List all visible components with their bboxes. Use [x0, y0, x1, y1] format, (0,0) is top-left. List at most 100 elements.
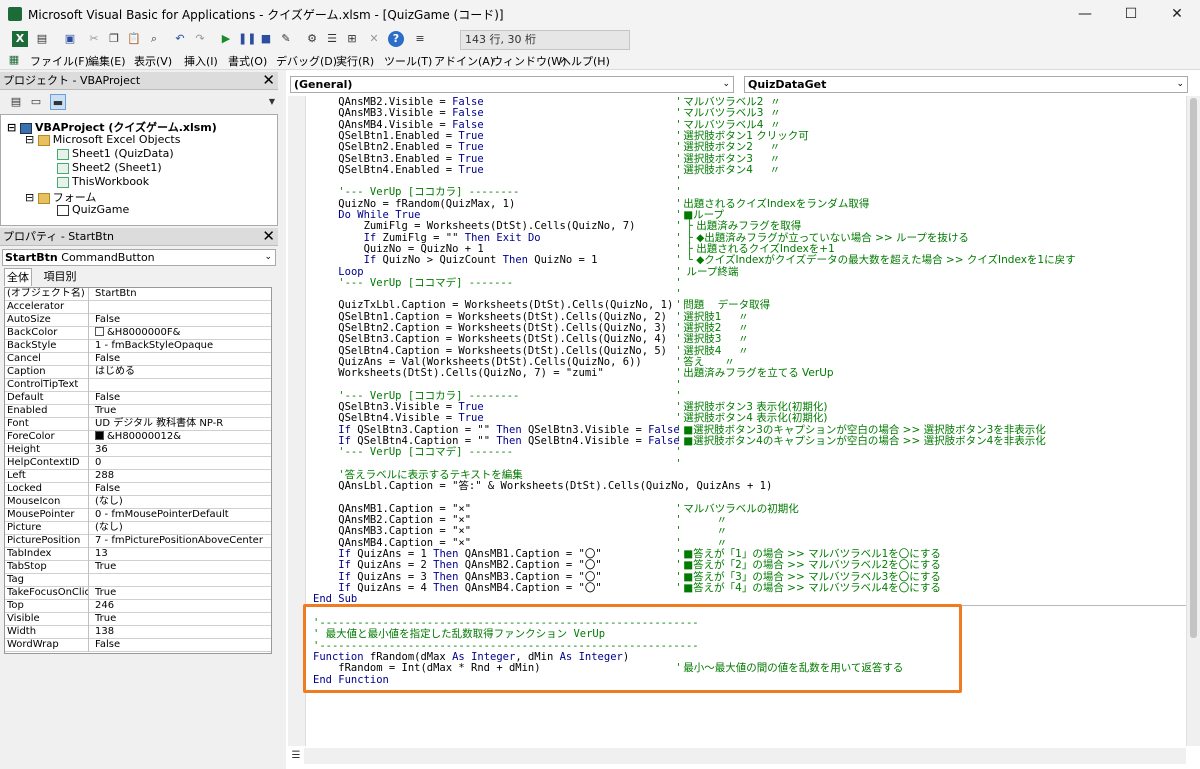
code-comment[interactable]: ' 出題済みフラグを立てる VerUp [677, 367, 834, 379]
code-line[interactable]: '--- VerUp [ココカラ] -------- [313, 390, 519, 402]
code-line[interactable]: If ZumiFlg = "" Then Exit Do [313, 232, 541, 244]
property-value-cell[interactable]: False [95, 483, 120, 495]
scroll-down-icon[interactable]: ▼ [264, 94, 280, 110]
tab-alphabetic[interactable]: 全体 [4, 268, 32, 286]
code-line[interactable]: '--- VerUp [ココカラ] -------- [313, 186, 519, 198]
code-comment[interactable]: ' 〃 [677, 525, 727, 537]
property-row[interactable]: ForeColor &H80000012& [5, 431, 271, 444]
code-line[interactable]: QSelBtn4.Caption = Worksheets(DtSt).Cell… [313, 345, 667, 357]
copy-icon[interactable]: ❐ [106, 31, 122, 47]
save-icon[interactable]: ▣ [62, 31, 78, 47]
property-value-cell[interactable]: True [95, 405, 116, 417]
close-properties-button[interactable]: ✕ [262, 228, 275, 245]
toolbox-icon[interactable]: ✕ [366, 31, 382, 47]
code-line[interactable]: Loop [313, 266, 363, 278]
tab-categorized[interactable]: 項目別 [38, 268, 82, 286]
property-row[interactable]: Caption はじめる [5, 366, 271, 379]
property-row[interactable]: AutoSize False [5, 314, 271, 327]
procedure-combo[interactable]: QuizDataGet ⌄ [744, 76, 1188, 93]
code-comment[interactable]: ' 選択肢ボタン4 〃 [677, 164, 780, 176]
property-value-cell[interactable]: 138 [95, 626, 114, 638]
code-line[interactable]: If QuizAns = 2 Then QAnsMB2.Caption = "〇… [313, 559, 601, 571]
property-row[interactable]: Enabled True [5, 405, 271, 418]
code-comment[interactable]: ' 選択肢ボタン4 表示化(初期化) [677, 412, 827, 424]
paste-icon[interactable]: 📋 [126, 31, 142, 47]
menu-edit[interactable]: 編集(E) [88, 53, 126, 69]
help-icon[interactable]: ? [388, 31, 404, 47]
property-value-cell[interactable]: &H80000012& [95, 431, 181, 443]
property-row[interactable]: Height 36 [5, 444, 271, 457]
code-line[interactable]: QAnsMB3.Visible = False [313, 107, 483, 119]
tree-node-sheet2[interactable]: Sheet2 (Sheet1) [57, 161, 162, 174]
menu-view[interactable]: 表示(V) [134, 53, 172, 69]
property-row[interactable]: BackStyle 1 - fmBackStyleOpaque [5, 340, 271, 353]
redo-icon[interactable]: ↷ [192, 31, 208, 47]
property-value-cell[interactable]: True [95, 587, 116, 599]
property-row[interactable]: Width 138 [5, 626, 271, 639]
code-line[interactable]: '--- VerUp [ココマデ] ------- [313, 277, 513, 289]
property-row[interactable]: Accelerator [5, 301, 271, 314]
property-row[interactable]: Tag [5, 574, 271, 587]
code-comment[interactable]: ' 選択肢3 〃 [677, 333, 749, 345]
tree-node-excel-objects[interactable]: ⊟ Microsoft Excel Objects [25, 133, 180, 146]
code-line[interactable]: QSelBtn3.Caption = Worksheets(DtSt).Cell… [313, 333, 667, 345]
property-value-cell[interactable]: 13 [95, 548, 108, 560]
undo-icon[interactable]: ↶ [172, 31, 188, 47]
property-value-cell[interactable]: (なし) [95, 522, 123, 534]
property-value-cell[interactable]: False [95, 353, 120, 365]
properties-icon[interactable]: ☰ [324, 31, 340, 47]
code-line[interactable]: QAnsMB4.Visible = False [313, 119, 483, 131]
project-explorer-icon[interactable]: ⚙ [304, 31, 320, 47]
code-line[interactable]: QuizNo = QuizNo + 1 [313, 243, 484, 255]
property-row[interactable]: WordWrap False [5, 639, 271, 652]
procedure-view-icon[interactable]: ☰ [288, 748, 304, 764]
object-browser-icon[interactable]: ⊞ [344, 31, 360, 47]
code-line[interactable]: If QuizAns = 4 Then QAnsMB4.Caption = "〇… [313, 582, 601, 594]
property-value-cell[interactable]: (なし) [95, 496, 123, 508]
code-comment[interactable]: ' 選択肢1 〃 [677, 311, 749, 323]
menu-window[interactable]: ウィンドウ(W) [492, 53, 566, 69]
code-line[interactable]: Worksheets(DtSt).Cells(QuizNo, 7) = "zum… [313, 367, 604, 379]
insert-module-icon[interactable]: ▤ [34, 31, 50, 47]
menu-help[interactable]: ヘルプ(H) [560, 53, 610, 69]
excel-icon[interactable]: X [12, 31, 28, 47]
property-row[interactable]: ControlTipText [5, 379, 271, 392]
menu-file[interactable]: ファイル(F) [30, 53, 89, 69]
property-row[interactable]: Visible True [5, 613, 271, 626]
code-line[interactable]: QSelBtn3.Enabled = True [313, 153, 483, 165]
object-combo[interactable]: (General) ⌄ [290, 76, 734, 93]
code-line[interactable]: If QuizAns = 1 Then QAnsMB1.Caption = "〇… [313, 548, 601, 560]
code-comment[interactable]: ' マルバツラベル3 〃 [677, 107, 781, 119]
property-row[interactable]: Font UD デジタル 教科書体 NP-R [5, 418, 271, 431]
property-value-cell[interactable]: 0 [95, 457, 101, 469]
code-comment[interactable]: ' ├ ◆出題済みフラグが立っていない場合 >> ループを抜ける [677, 232, 969, 244]
code-comment[interactable]: ' ■答えが「3」の場合 >> マルバツラベル3を〇にする [677, 571, 941, 583]
property-row[interactable]: PicturePosition 7 - fmPicturePositionAbov… [5, 535, 271, 548]
code-comment[interactable]: ' ├ 出題済みフラグを取得 [677, 220, 801, 232]
property-row[interactable]: Picture (なし) [5, 522, 271, 535]
code-line[interactable]: QAnsMB4.Caption = "×" [313, 537, 471, 549]
code-comment[interactable]: ' ■選択肢ボタン4のキャプションが空白の場合 >> 選択肢ボタン4を非表示化 [677, 435, 1046, 447]
code-line[interactable]: QuizNo = fRandom(QuizMax, 1) [313, 198, 515, 210]
menu-debug[interactable]: デバッグ(D) [276, 53, 337, 69]
property-row[interactable]: Locked False [5, 483, 271, 496]
code-line[interactable]: QuizTxLbl.Caption = Worksheets(DtSt).Cel… [313, 299, 673, 311]
property-value-cell[interactable]: UD デジタル 教科書体 NP-R [95, 418, 223, 430]
code-line[interactable]: QSelBtn2.Enabled = True [313, 141, 483, 153]
property-row[interactable]: Top 246 [5, 600, 271, 613]
code-comment[interactable]: ' [677, 446, 680, 458]
code-line[interactable]: If QuizAns = 3 Then QAnsMB3.Caption = "〇… [313, 571, 601, 583]
close-project-explorer-button[interactable]: ✕ [262, 72, 275, 89]
property-value-cell[interactable]: True [95, 561, 116, 573]
code-comment[interactable]: ' [677, 458, 680, 470]
code-comment[interactable]: ' ■選択肢ボタン3のキャプションが空白の場合 >> 選択肢ボタン3を非表示化 [677, 424, 1046, 436]
code-comment[interactable]: ' マルバツラベル2 〃 [677, 96, 781, 108]
indent-icon[interactable]: ≡ [412, 31, 428, 47]
code-line[interactable]: QuizAns = Val(Worksheets(DtSt).Cells(Qui… [313, 356, 641, 368]
code-line[interactable]: QSelBtn2.Caption = Worksheets(DtSt).Cell… [313, 322, 667, 334]
property-value-cell[interactable]: False [95, 639, 120, 651]
code-line[interactable]: Do While True [313, 209, 420, 221]
tree-node-thisworkbook[interactable]: ThisWorkbook [57, 175, 149, 188]
horizontal-scrollbar[interactable] [304, 748, 1186, 764]
minimize-button[interactable]: — [1062, 0, 1108, 28]
